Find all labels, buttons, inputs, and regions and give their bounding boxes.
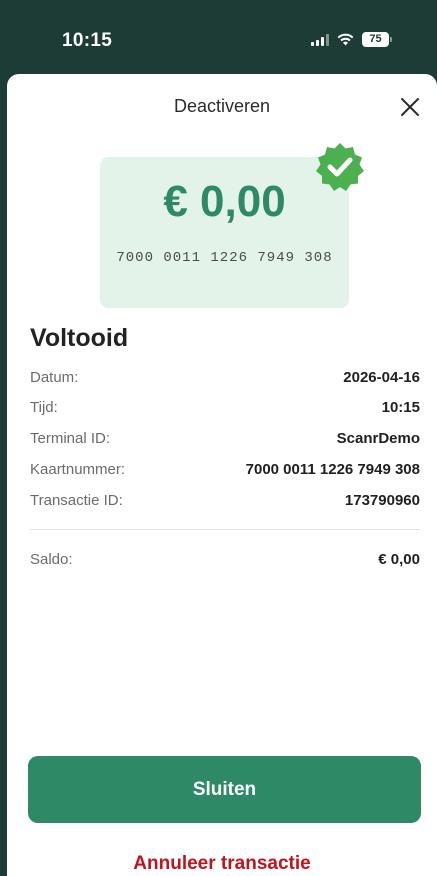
detail-row-terminal-id: Terminal ID: ScanrDemo	[30, 427, 420, 449]
detail-row-tijd: Tijd: 10:15	[30, 396, 420, 418]
status-icons: 75	[311, 32, 392, 47]
status-heading: Voltooid	[30, 324, 129, 352]
check-badge-icon	[314, 141, 366, 193]
detail-row-kaartnummer: Kaartnummer: 7000 0011 1226 7949 308	[30, 458, 420, 480]
battery-icon: 75	[362, 32, 392, 47]
detail-value: 173790960	[344, 491, 420, 509]
detail-row-datum: Datum: 2026-04-16	[30, 366, 420, 388]
card-number: 7000 0011 1226 7949 308	[116, 250, 333, 266]
detail-label: Datum:	[30, 368, 79, 386]
detail-label: Tijd:	[30, 398, 58, 416]
status-time: 10:15	[62, 30, 113, 51]
detail-label: Transactie ID:	[30, 491, 123, 509]
close-icon[interactable]	[399, 96, 421, 118]
balance-value: € 0,00	[378, 550, 420, 568]
cancel-transaction-link[interactable]: Annuleer transactie	[7, 853, 437, 875]
detail-label: Kaartnummer:	[30, 460, 126, 478]
signal-icon	[311, 33, 329, 46]
detail-value: 2026-04-16	[343, 368, 420, 386]
detail-label: Terminal ID:	[30, 429, 111, 447]
wifi-icon	[337, 33, 354, 46]
detail-value: 10:15	[381, 398, 420, 416]
card-amount: € 0,00	[163, 177, 286, 226]
gift-card: € 0,00 7000 0011 1226 7949 308	[100, 157, 349, 308]
detail-value: 7000 0011 1226 7949 308	[245, 460, 420, 478]
divider	[30, 529, 420, 530]
detail-value: ScanrDemo	[336, 429, 420, 447]
close-button[interactable]: Sluiten	[28, 756, 421, 823]
sheet-title: Deactiveren	[173, 96, 271, 116]
deactivate-sheet: Deactiveren € 0,00 7000 0011 1226 7949 3…	[7, 74, 437, 876]
status-bar: 10:15 75	[0, 0, 437, 80]
detail-row-transactie-id: Transactie ID: 173790960	[30, 489, 420, 511]
balance-label: Saldo:	[30, 550, 73, 568]
detail-row-saldo: Saldo: € 0,00	[30, 548, 420, 570]
